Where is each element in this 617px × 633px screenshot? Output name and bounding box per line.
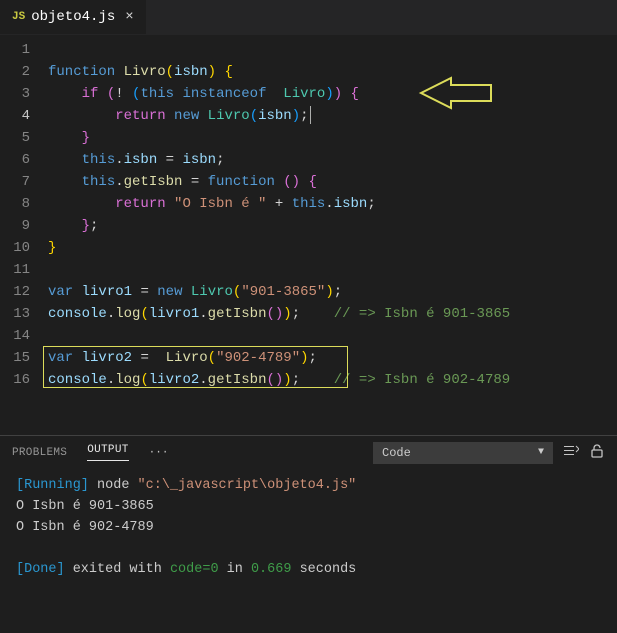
line-1 [48, 39, 617, 61]
line-8: return "O Isbn é " + this.isbn; [48, 193, 617, 215]
js-icon: JS [12, 11, 25, 23]
line-16: console.log(livro2.getIsbn()); // => Isb… [48, 369, 617, 391]
output-line: O Isbn é 901-3865 [16, 496, 601, 517]
chevron-down-icon: ▼ [538, 447, 544, 458]
output-channel-dropdown[interactable]: Code ▼ [373, 442, 553, 464]
line-12: var livro1 = new Livro("901-3865"); [48, 281, 617, 303]
tab-more-icon[interactable]: ··· [149, 447, 169, 459]
clear-output-icon[interactable] [563, 443, 579, 463]
line-numbers: 1 2 3 4 5 6 7 8 9 10 11 12 13 14 15 16 [0, 35, 48, 435]
text-cursor [310, 106, 311, 124]
lock-icon[interactable] [589, 443, 605, 463]
dropdown-value: Code [382, 446, 411, 460]
close-icon[interactable]: × [125, 9, 133, 25]
line-3: if (! (this instanceof Livro)) { [48, 83, 617, 105]
code-area[interactable]: function Livro(isbn) { if (! (this insta… [48, 35, 617, 435]
line-10: } [48, 237, 617, 259]
output-line: [Running] node "c:\_javascript\objeto4.j… [16, 475, 601, 496]
tab-filename: objeto4.js [31, 9, 115, 25]
panel-tabs: PROBLEMS OUTPUT ··· Code ▼ [0, 436, 617, 469]
line-2: function Livro(isbn) { [48, 61, 617, 83]
output-line: [Done] exited with code=0 in 0.669 secon… [16, 559, 601, 580]
output-line: O Isbn é 902-4789 [16, 517, 601, 538]
editor[interactable]: 1 2 3 4 5 6 7 8 9 10 11 12 13 14 15 16 f… [0, 35, 617, 435]
line-11 [48, 259, 617, 281]
tab-output[interactable]: OUTPUT [87, 444, 128, 461]
tab-active[interactable]: JS objeto4.js × [0, 0, 147, 34]
output-content[interactable]: [Running] node "c:\_javascript\objeto4.j… [0, 469, 617, 586]
line-6: this.isbn = isbn; [48, 149, 617, 171]
line-9: }; [48, 215, 617, 237]
terminal-panel: PROBLEMS OUTPUT ··· Code ▼ [Running] nod… [0, 435, 617, 633]
line-15: var livro2 = Livro("902-4789"); [48, 347, 617, 369]
tab-problems[interactable]: PROBLEMS [12, 447, 67, 459]
line-7: this.getIsbn = function () { [48, 171, 617, 193]
tab-bar: JS objeto4.js × [0, 0, 617, 35]
line-5: } [48, 127, 617, 149]
line-14 [48, 325, 617, 347]
line-4: return new Livro(isbn); [48, 105, 617, 127]
line-13: console.log(livro1.getIsbn()); // => Isb… [48, 303, 617, 325]
output-line [16, 538, 601, 559]
